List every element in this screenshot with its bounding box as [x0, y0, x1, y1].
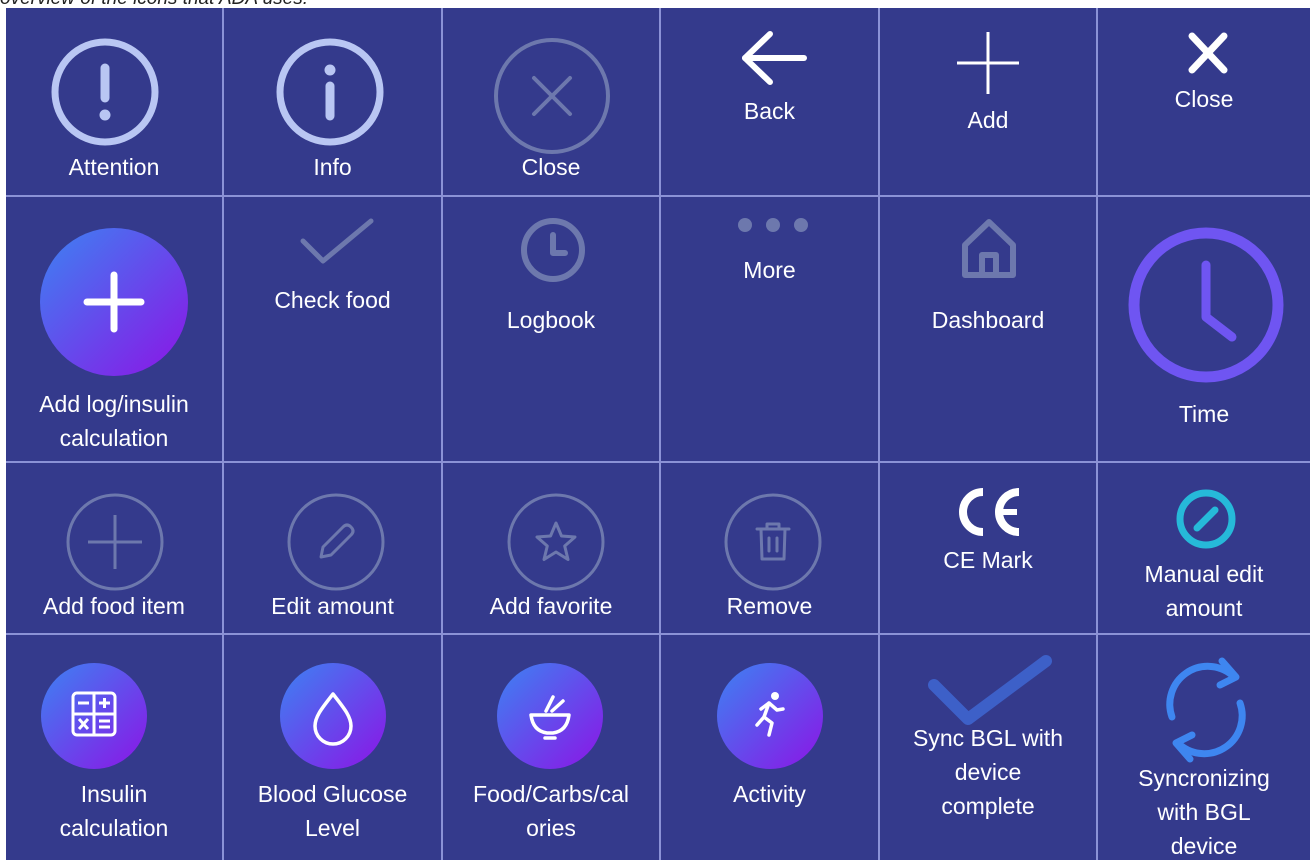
- back-arrow-icon: [741, 31, 807, 85]
- icon-label: Activity: [733, 781, 806, 807]
- ce-mark-icon: [957, 487, 1021, 537]
- icon-label: Remove: [726, 593, 813, 619]
- bowl-icon: [497, 663, 603, 769]
- icon-cell: Manual edit amount: [1098, 463, 1310, 633]
- home-icon: [959, 217, 1019, 281]
- icon-cell: Info: [224, 8, 441, 195]
- icon-cell: Food/Carbs/cal ories: [443, 635, 659, 860]
- sync-check-icon: [928, 655, 1052, 731]
- icon-cell: Add log/insulin calculation: [6, 197, 222, 461]
- plus-icon: [955, 30, 1021, 96]
- icon-cell: More: [661, 197, 878, 461]
- icon-grid: Attention Info Close Back Add Close Add …: [6, 8, 1310, 860]
- icon-label: Attention: [68, 154, 160, 180]
- icon-label: Time: [1178, 401, 1230, 427]
- close-x-icon: [1188, 32, 1228, 74]
- drop-icon: [280, 663, 386, 769]
- icon-label: Close: [521, 154, 581, 180]
- clock-icon: [520, 217, 586, 283]
- add-log-icon: [39, 227, 189, 377]
- check-icon: [299, 217, 375, 267]
- icon-cell: Dashboard: [880, 197, 1096, 461]
- icon-cell: Sync BGL with device complete: [880, 635, 1096, 860]
- icon-cell: Time: [1098, 197, 1310, 461]
- pencil-circle-icon: [287, 493, 385, 591]
- icon-cell: Logbook: [443, 197, 659, 461]
- icon-label: Logbook: [506, 307, 596, 333]
- icon-label: Check food: [274, 287, 391, 313]
- icon-cell: Add food item: [6, 463, 222, 633]
- time-icon: [1128, 227, 1284, 383]
- teal-edit-icon: [1174, 487, 1238, 551]
- icon-cell: Remove: [661, 463, 878, 633]
- icon-label: Add: [967, 107, 1009, 133]
- icon-cell: Close: [1098, 8, 1310, 195]
- icon-label: Food/Carbs/cal ories: [473, 781, 629, 841]
- icon-cell: Insulin calculation: [6, 635, 222, 860]
- icon-label: Insulin calculation: [59, 781, 169, 841]
- icon-cell: Syncronizing with BGL device: [1098, 635, 1310, 860]
- star-circle-icon: [507, 493, 605, 591]
- more-dots-icon: [737, 217, 809, 233]
- icon-cell: CE Mark: [880, 463, 1096, 633]
- icon-label: Back: [743, 98, 796, 124]
- icon-label: Add favorite: [489, 593, 613, 619]
- icon-cell: Attention: [6, 8, 222, 195]
- icon-label: Info: [313, 154, 352, 180]
- icon-cell: Edit amount: [224, 463, 441, 633]
- icon-label: Blood Glucose Level: [257, 781, 408, 841]
- icon-cell: Add: [880, 8, 1096, 195]
- icon-cell: Check food: [224, 197, 441, 461]
- attention-icon: [51, 38, 159, 146]
- icon-label: Dashboard: [931, 307, 1045, 333]
- caption: overview of the icons that ADA uses:: [0, 0, 1310, 8]
- icon-label: Edit amount: [271, 593, 394, 619]
- trash-circle-icon: [724, 493, 822, 591]
- icon-label: Add food item: [43, 593, 185, 619]
- info-icon: [276, 38, 384, 146]
- icon-cell: Add favorite: [443, 463, 659, 633]
- icon-cell: Back: [661, 8, 878, 195]
- icon-label: Add log/insulin calculation: [39, 391, 189, 451]
- calculator-icon: [41, 663, 147, 769]
- icon-label: Sync BGL with device complete: [913, 725, 1063, 819]
- running-icon: [717, 663, 823, 769]
- add-food-circle-icon: [66, 493, 164, 591]
- icon-label: Manual edit amount: [1144, 561, 1264, 621]
- icon-label: CE Mark: [943, 547, 1033, 573]
- icon-cell: Blood Glucose Level: [224, 635, 441, 860]
- icon-label: More: [743, 257, 796, 283]
- icon-cell: Close: [443, 8, 659, 195]
- close-circle-icon: [494, 38, 610, 154]
- icon-label: Syncronizing with BGL device: [1138, 765, 1270, 859]
- icon-cell: Activity: [661, 635, 878, 860]
- icon-label: Close: [1174, 86, 1234, 112]
- sync-arrows-icon: [1154, 655, 1258, 765]
